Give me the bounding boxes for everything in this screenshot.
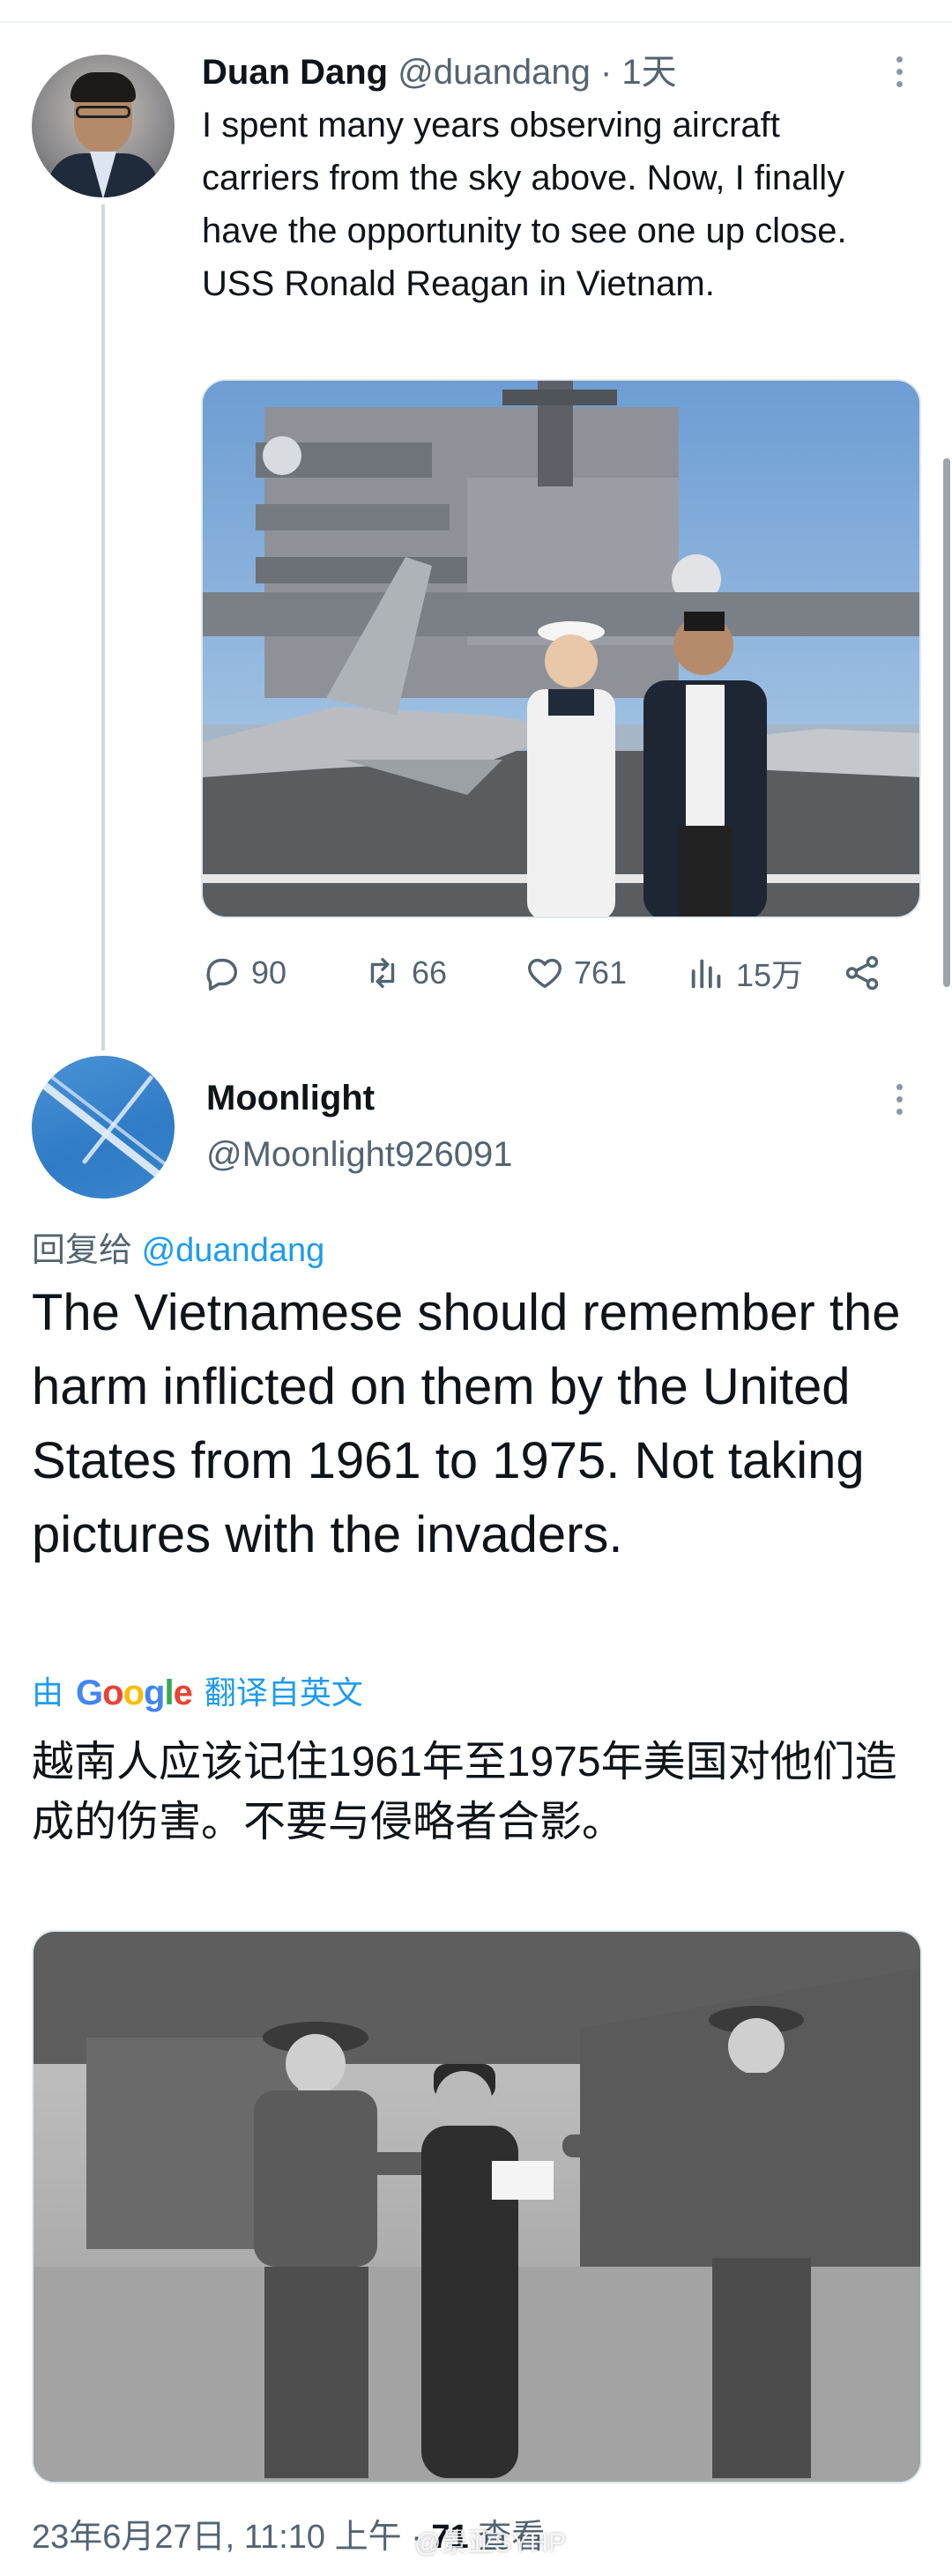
thread-line — [101, 204, 105, 1050]
tweet1-text: I spent many years observing aircraft ca… — [202, 106, 847, 303]
tweet2-author-name[interactable]: Moonlight — [206, 1075, 375, 1121]
like-count: 761 — [574, 954, 628, 991]
share-button[interactable] — [842, 945, 882, 1001]
tweet2-more-button[interactable] — [881, 1080, 917, 1116]
translate-attribution[interactable]: 由 Google 翻译自英文 — [32, 1671, 363, 1715]
tweet2-handle[interactable]: @Moonlight926091 — [206, 1132, 513, 1177]
tweet1-more-button[interactable] — [881, 53, 917, 88]
views-count: 15万 — [736, 957, 804, 993]
tweet2-text: The Vietnamese should remember the harm … — [32, 1284, 901, 1563]
retweet-count: 66 — [412, 954, 448, 991]
tweet1-author-name[interactable]: Duan Dang — [202, 53, 388, 92]
soldiers-photo-icon — [33, 1932, 920, 2482]
aircraft-carrier-photo-icon — [203, 381, 919, 917]
more-vertical-icon — [881, 53, 917, 87]
reply-button[interactable]: 90 — [202, 945, 286, 1001]
reply-mention-link[interactable]: @duandang — [142, 1232, 325, 1269]
share-icon — [845, 955, 879, 991]
avatar-duan-dang[interactable] — [32, 55, 175, 197]
avatar-moonlight[interactable] — [32, 1056, 175, 1199]
reply-count: 90 — [251, 954, 287, 991]
tweet1-photo[interactable] — [201, 379, 921, 918]
views-button[interactable]: 15万 — [687, 945, 803, 1001]
reply-to-line: 回复给 @duandang — [32, 1229, 324, 1273]
google-logo-icon: Google — [76, 1674, 193, 1712]
retweet-icon — [370, 957, 395, 989]
translate-from: 翻译自英文 — [204, 1674, 363, 1711]
reply-icon — [206, 958, 237, 991]
tweet2-translated-text: 越南人应该记住1961年至1975年美国对他们造成的伤害。不要与侵略者合影。 — [32, 1739, 897, 1845]
tweet1-time[interactable]: 1天 — [621, 53, 676, 92]
tweet2-timestamp[interactable]: 23年6月27日, 11:10 上午 — [32, 2519, 402, 2556]
translate-by: 由 — [32, 1674, 64, 1711]
tweet1-separator: · — [599, 53, 613, 92]
retweet-button[interactable]: 66 — [362, 945, 447, 1001]
tweet1-handle[interactable]: @duandang — [398, 53, 591, 92]
tweet1-header: Duan Dang @duandang · 1天 — [202, 49, 677, 95]
heart-icon — [528, 958, 562, 989]
analytics-bars-icon — [691, 959, 721, 989]
contrail-avatar-icon — [36, 1073, 173, 1184]
reply-prefix: 回复给 — [32, 1232, 133, 1269]
more-vertical-icon — [881, 1080, 917, 1115]
scrollbar[interactable] — [943, 458, 950, 987]
top-divider — [0, 0, 952, 23]
tweet2-photo[interactable] — [32, 1930, 922, 2483]
watermark: @景亚SYHP — [414, 2528, 567, 2557]
like-button[interactable]: 761 — [524, 945, 627, 1001]
tweet1-action-bar: 90 66 761 15万 — [202, 945, 898, 1001]
